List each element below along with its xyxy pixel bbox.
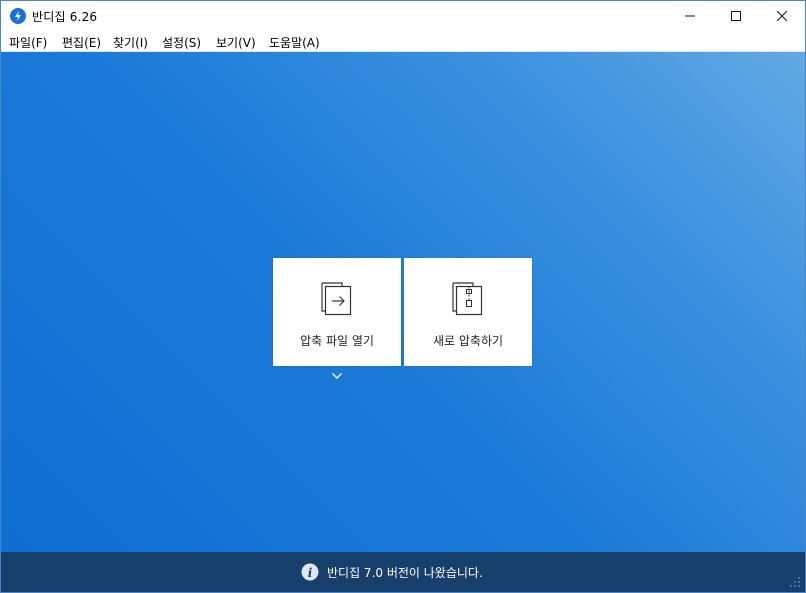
menu-view[interactable]: 보기(V)	[216, 34, 256, 51]
info-icon: i	[301, 563, 319, 581]
minimize-button[interactable]	[667, 1, 713, 31]
close-button[interactable]	[759, 1, 805, 31]
svg-text:i: i	[308, 566, 313, 580]
new-archive-label: 새로 압축하기	[432, 334, 504, 348]
menu-bar: 파일(F) 편집(E) 찾기(I) 설정(S) 보기(V) 도움말(A)	[1, 31, 805, 51]
close-icon	[776, 10, 788, 22]
chevron-down-icon[interactable]	[331, 372, 343, 380]
maximize-button[interactable]	[713, 1, 759, 31]
window-title: 반디집 6.26	[32, 10, 98, 24]
status-bar[interactable]: i 반디집 7.0 버전이 나왔습니다.	[1, 552, 805, 592]
resize-grip-icon[interactable]	[789, 576, 801, 588]
menu-find[interactable]: 찾기(I)	[113, 34, 148, 51]
open-archive-button[interactable]: 압축 파일 열기	[273, 258, 401, 366]
menu-settings[interactable]: 설정(S)	[162, 34, 201, 51]
menu-edit[interactable]: 편집(E)	[62, 34, 101, 51]
new-archive-button[interactable]: 새로 압축하기	[404, 258, 532, 366]
maximize-icon	[731, 11, 741, 21]
bandizip-logo-icon	[10, 8, 26, 24]
open-archive-label: 압축 파일 열기	[300, 334, 374, 348]
minimize-icon	[685, 15, 695, 17]
app-window: 반디집 6.26 파일(F) 편집(E) 찾기(I) 설정(S) 보기(V) 도…	[0, 0, 806, 593]
main-area: 압축 파일 열기 새로 압축하기	[1, 51, 805, 552]
menu-file[interactable]: 파일(F)	[9, 34, 47, 51]
update-notice[interactable]: 반디집 7.0 버전이 나왔습니다.	[327, 564, 483, 581]
title-bar[interactable]: 반디집 6.26	[1, 1, 805, 31]
menu-help[interactable]: 도움말(A)	[269, 34, 320, 51]
open-archive-icon	[321, 282, 352, 316]
new-archive-icon	[452, 282, 483, 316]
